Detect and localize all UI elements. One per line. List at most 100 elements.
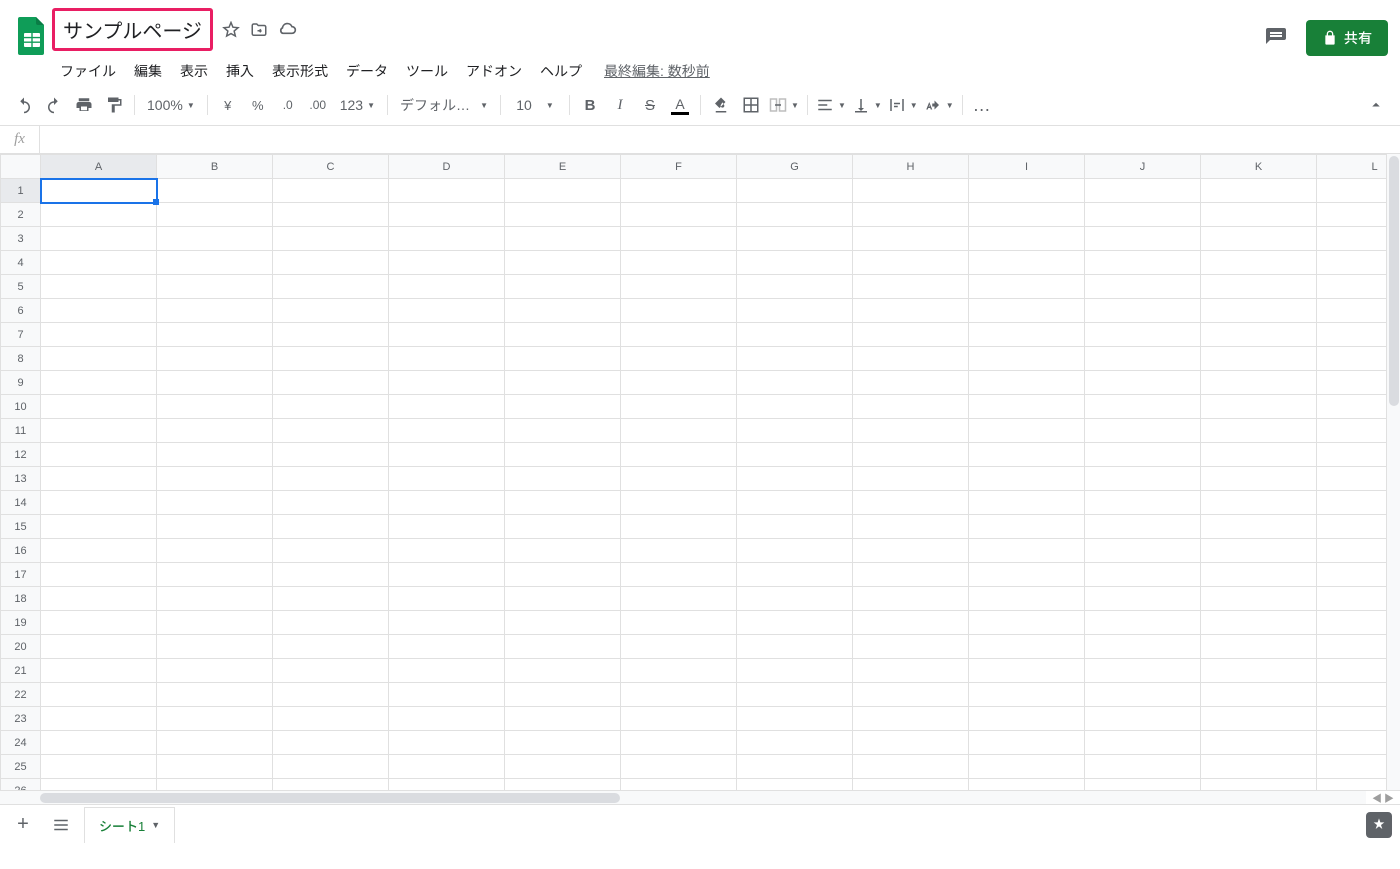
cell[interactable] bbox=[737, 683, 853, 707]
cell[interactable] bbox=[505, 179, 621, 203]
column-header[interactable]: G bbox=[737, 155, 853, 179]
last-edit-link[interactable]: 最終編集: 数秒前 bbox=[604, 61, 710, 81]
cell[interactable] bbox=[389, 203, 505, 227]
scroll-left-icon[interactable]: ◀ bbox=[1372, 790, 1382, 805]
cell[interactable] bbox=[1317, 251, 1387, 275]
cell[interactable] bbox=[1085, 491, 1201, 515]
cell[interactable] bbox=[737, 227, 853, 251]
cell[interactable] bbox=[505, 323, 621, 347]
cell[interactable] bbox=[853, 371, 969, 395]
cell[interactable] bbox=[157, 635, 273, 659]
cell[interactable] bbox=[1317, 203, 1387, 227]
row-header[interactable]: 14 bbox=[1, 491, 41, 515]
cell[interactable] bbox=[737, 179, 853, 203]
cell[interactable] bbox=[1201, 323, 1317, 347]
cell[interactable] bbox=[389, 779, 505, 791]
row-header[interactable]: 8 bbox=[1, 347, 41, 371]
cell[interactable] bbox=[505, 707, 621, 731]
menu-insert[interactable]: 挿入 bbox=[218, 57, 262, 85]
cell[interactable] bbox=[969, 611, 1085, 635]
scroll-right-icon[interactable]: ▶ bbox=[1384, 790, 1394, 805]
cell[interactable] bbox=[969, 731, 1085, 755]
cell[interactable] bbox=[41, 467, 157, 491]
cell[interactable] bbox=[737, 515, 853, 539]
cell[interactable] bbox=[273, 203, 389, 227]
more-formats-dropdown[interactable]: 123▼ bbox=[334, 91, 381, 119]
zoom-dropdown[interactable]: 100%▼ bbox=[141, 91, 201, 119]
cell[interactable] bbox=[1201, 731, 1317, 755]
cell[interactable] bbox=[853, 395, 969, 419]
cell[interactable] bbox=[1317, 347, 1387, 371]
row-header[interactable]: 22 bbox=[1, 683, 41, 707]
row-header[interactable]: 18 bbox=[1, 587, 41, 611]
cell[interactable] bbox=[737, 323, 853, 347]
cell[interactable] bbox=[505, 443, 621, 467]
cell[interactable] bbox=[389, 395, 505, 419]
cell[interactable] bbox=[157, 323, 273, 347]
cell[interactable] bbox=[621, 179, 737, 203]
cell[interactable] bbox=[621, 587, 737, 611]
cell[interactable] bbox=[505, 299, 621, 323]
font-dropdown[interactable]: デフォルト…▼ bbox=[394, 91, 494, 119]
cell[interactable] bbox=[157, 203, 273, 227]
cell[interactable] bbox=[737, 419, 853, 443]
cell[interactable] bbox=[1201, 395, 1317, 419]
cell[interactable] bbox=[41, 731, 157, 755]
cell[interactable] bbox=[1201, 683, 1317, 707]
italic-button[interactable]: I bbox=[606, 91, 634, 119]
cell[interactable] bbox=[41, 563, 157, 587]
cell[interactable] bbox=[621, 515, 737, 539]
cell[interactable] bbox=[621, 731, 737, 755]
cell[interactable] bbox=[389, 419, 505, 443]
increase-decimal-button[interactable]: .00 bbox=[304, 91, 332, 119]
cell[interactable] bbox=[273, 611, 389, 635]
currency-button[interactable]: ¥ bbox=[214, 91, 242, 119]
cell[interactable] bbox=[621, 635, 737, 659]
cell[interactable] bbox=[853, 203, 969, 227]
vertical-scrollbar[interactable] bbox=[1386, 154, 1400, 790]
cell[interactable] bbox=[737, 275, 853, 299]
cell[interactable] bbox=[621, 371, 737, 395]
menu-edit[interactable]: 編集 bbox=[126, 57, 170, 85]
cell[interactable] bbox=[157, 467, 273, 491]
cell[interactable] bbox=[1085, 587, 1201, 611]
column-header[interactable]: H bbox=[853, 155, 969, 179]
row-header[interactable]: 7 bbox=[1, 323, 41, 347]
cell[interactable] bbox=[389, 275, 505, 299]
cell[interactable] bbox=[969, 779, 1085, 791]
cell[interactable] bbox=[853, 515, 969, 539]
cell[interactable] bbox=[273, 539, 389, 563]
cell[interactable] bbox=[505, 515, 621, 539]
cell[interactable] bbox=[969, 275, 1085, 299]
cell[interactable] bbox=[1085, 419, 1201, 443]
cell[interactable] bbox=[157, 683, 273, 707]
cell[interactable] bbox=[1317, 419, 1387, 443]
cell[interactable] bbox=[1085, 731, 1201, 755]
menu-file[interactable]: ファイル bbox=[52, 57, 124, 85]
cell[interactable] bbox=[505, 539, 621, 563]
cell[interactable] bbox=[505, 587, 621, 611]
cell[interactable] bbox=[389, 299, 505, 323]
cell[interactable] bbox=[1317, 395, 1387, 419]
cell[interactable] bbox=[621, 419, 737, 443]
cell[interactable] bbox=[1201, 587, 1317, 611]
more-tools-button[interactable]: … bbox=[969, 91, 997, 119]
cell[interactable] bbox=[273, 491, 389, 515]
cell[interactable] bbox=[737, 203, 853, 227]
menu-help[interactable]: ヘルプ bbox=[532, 57, 590, 85]
cell[interactable] bbox=[389, 707, 505, 731]
cell[interactable] bbox=[389, 251, 505, 275]
cell[interactable] bbox=[969, 227, 1085, 251]
cell[interactable] bbox=[737, 251, 853, 275]
cell[interactable] bbox=[1201, 707, 1317, 731]
sheet-tab-caret-icon[interactable]: ▼ bbox=[151, 820, 160, 830]
row-header[interactable]: 23 bbox=[1, 707, 41, 731]
cell[interactable] bbox=[853, 683, 969, 707]
cell[interactable] bbox=[41, 203, 157, 227]
menu-addons[interactable]: アドオン bbox=[458, 57, 530, 85]
cell[interactable] bbox=[1201, 515, 1317, 539]
cell[interactable] bbox=[621, 275, 737, 299]
cell[interactable] bbox=[853, 443, 969, 467]
cell[interactable] bbox=[621, 659, 737, 683]
cell[interactable] bbox=[621, 539, 737, 563]
